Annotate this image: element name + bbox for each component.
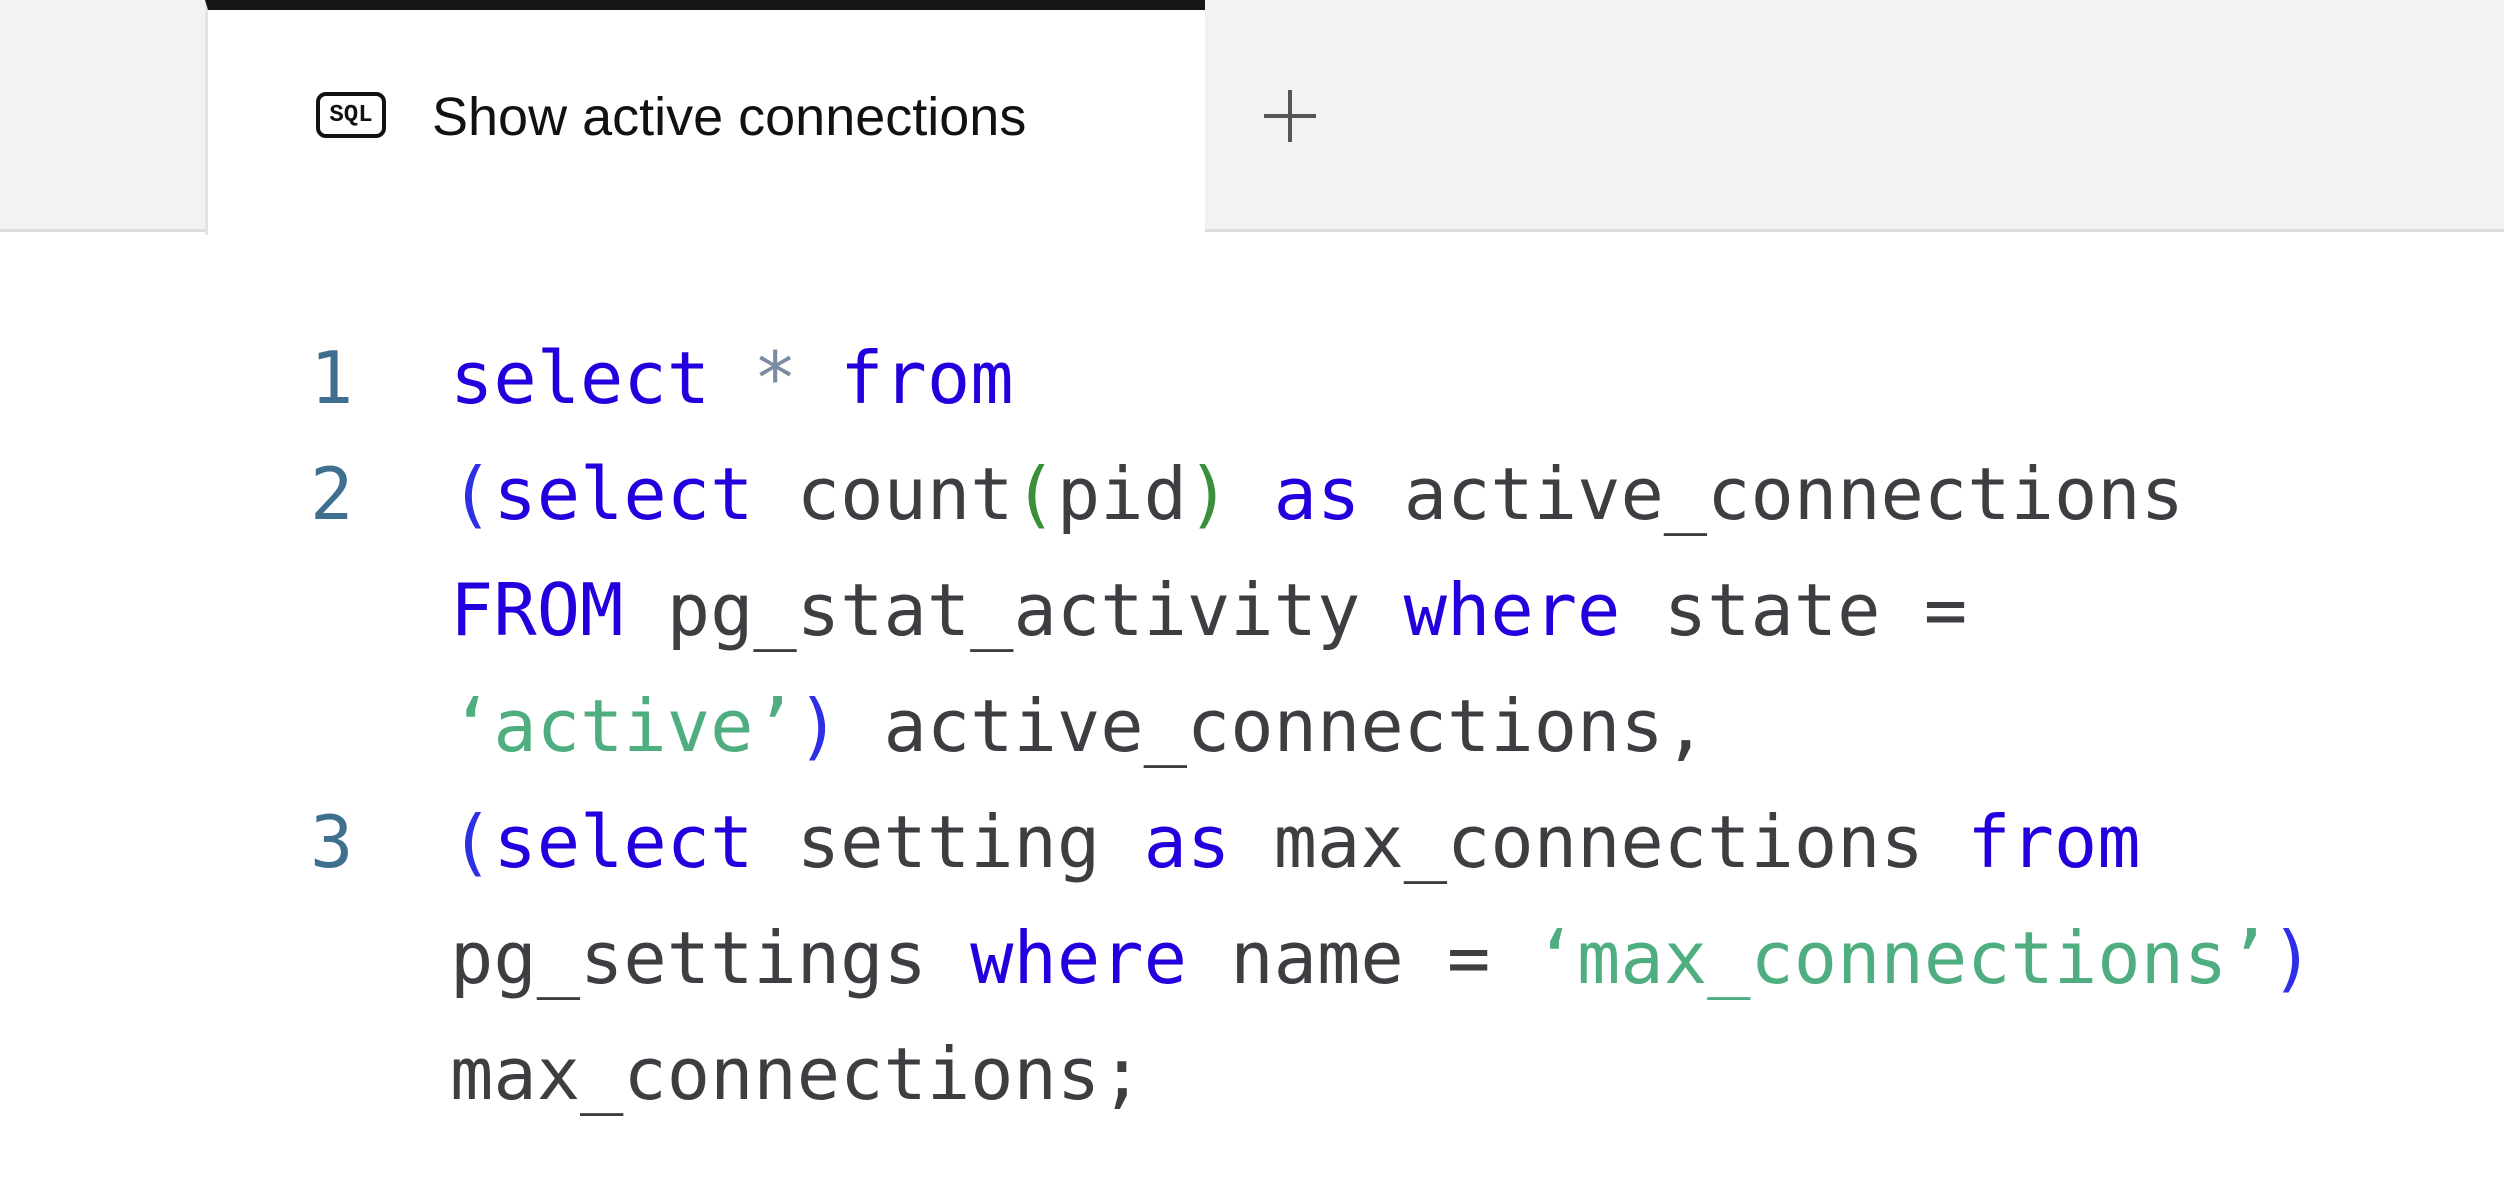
tab-title: Show active connections [432, 87, 1027, 147]
line-number: 3 [310, 800, 354, 884]
line-number: 2 [310, 452, 354, 536]
code-line-wrap: max_connections; [0, 1016, 2504, 1132]
tab-show-active-connections[interactable]: SQL Show active connections [205, 0, 1205, 235]
code-text: FROM pg_stat_activity where state = [450, 568, 1968, 652]
code-text: pg_settings where name = ‘max_connection… [450, 916, 2314, 1000]
code-line-wrap: FROM pg_stat_activity where state = [0, 552, 2504, 668]
code-text: ‘active’) active_connections, [450, 684, 1708, 768]
code-line: 1 select * from [0, 320, 2504, 436]
code-text: (select count(pid) as active_connections [450, 452, 2184, 536]
code-text: max_connections; [450, 1032, 1144, 1116]
tab-bar: SQL Show active connections [0, 0, 2504, 235]
code-text: (select setting as max_connections from [450, 800, 2141, 884]
code-line: 3 (select setting as max_connections fro… [0, 784, 2504, 900]
code-text: select * from [450, 336, 1014, 420]
plus-icon [1264, 90, 1316, 142]
add-tab-button[interactable] [1262, 88, 1318, 144]
code-line-wrap: ‘active’) active_connections, [0, 668, 2504, 784]
code-line: 2 (select count(pid) as active_connectio… [0, 436, 2504, 552]
sql-icon: SQL [316, 92, 386, 138]
line-number: 1 [310, 336, 354, 420]
code-line-wrap: pg_settings where name = ‘max_connection… [0, 900, 2504, 1016]
sql-editor[interactable]: 1 select * from 2 (select count(pid) as … [0, 320, 2504, 1132]
